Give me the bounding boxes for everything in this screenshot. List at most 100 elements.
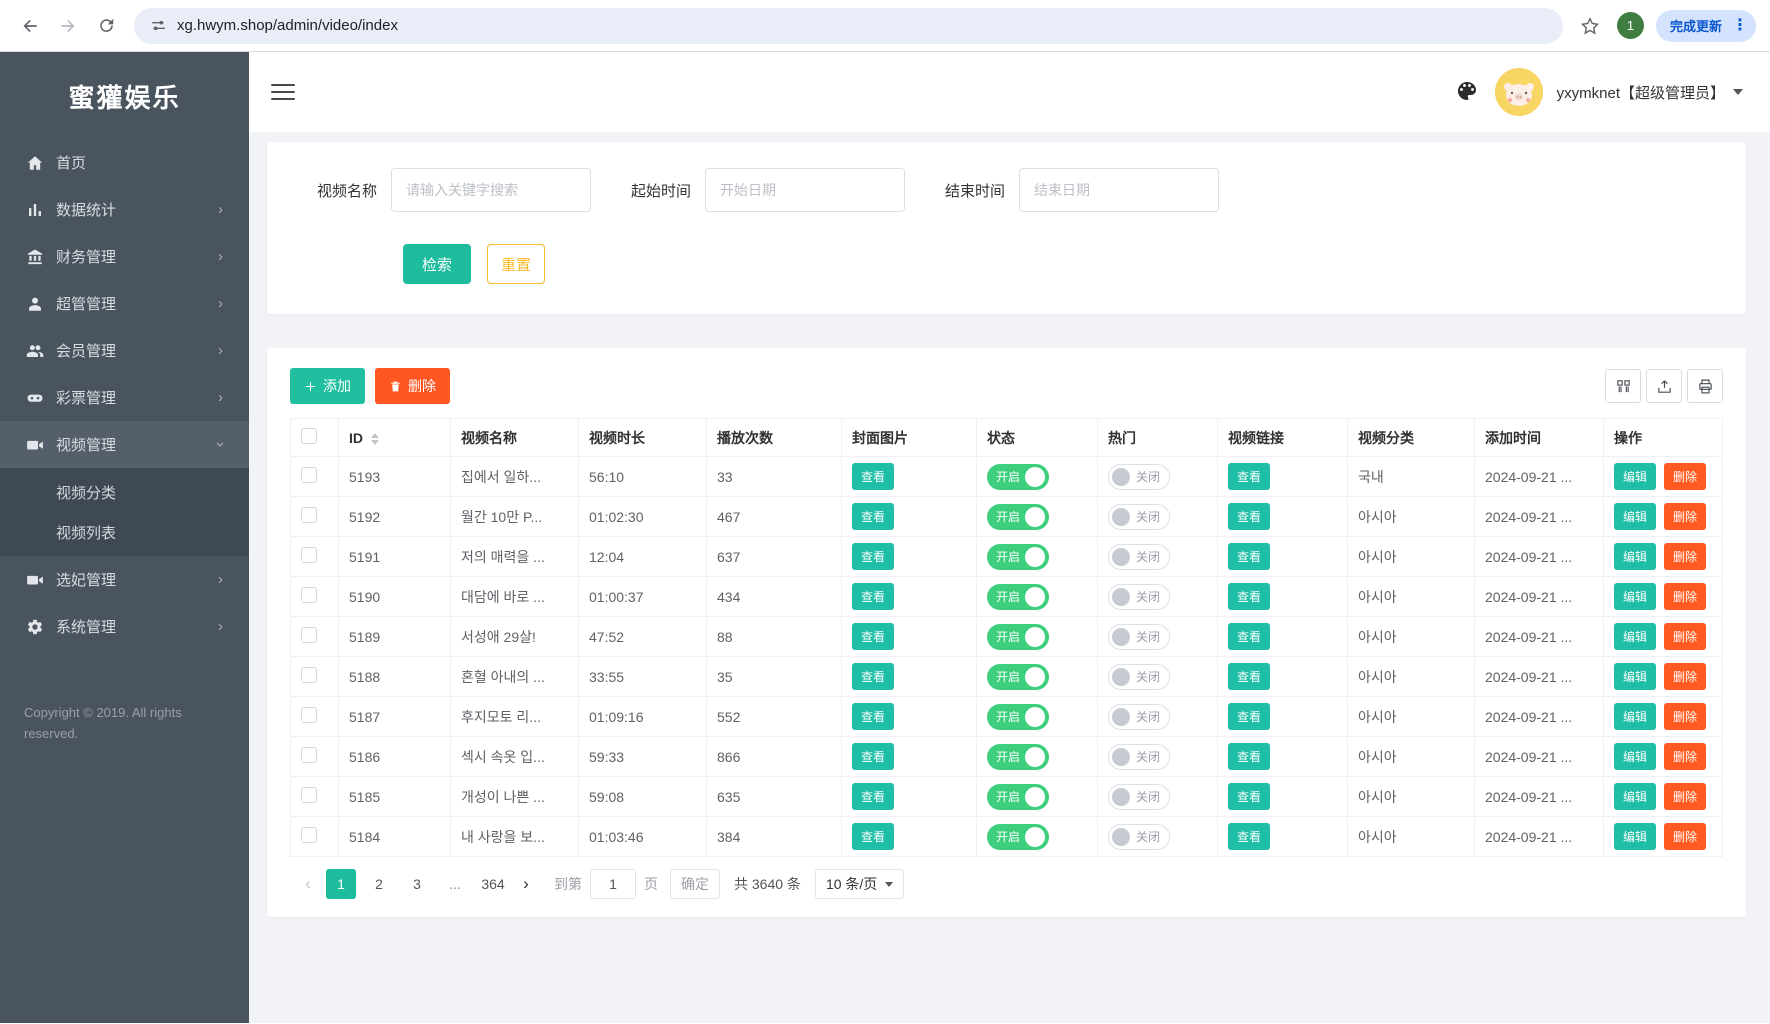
- status-toggle[interactable]: 开启: [987, 784, 1049, 810]
- row-checkbox[interactable]: [301, 507, 317, 523]
- site-settings-icon[interactable]: [150, 17, 167, 34]
- status-toggle[interactable]: 开启: [987, 544, 1049, 570]
- hot-toggle[interactable]: 关闭: [1108, 784, 1170, 810]
- sidebar-item-5[interactable]: 彩票管理›: [0, 374, 249, 421]
- edit-button[interactable]: 编辑: [1614, 463, 1656, 490]
- browser-reload-icon[interactable]: [90, 10, 122, 42]
- row-checkbox[interactable]: [301, 707, 317, 723]
- view-cover-button[interactable]: 查看: [852, 503, 894, 530]
- view-cover-button[interactable]: 查看: [852, 583, 894, 610]
- view-cover-button[interactable]: 查看: [852, 823, 894, 850]
- status-toggle[interactable]: 开启: [987, 504, 1049, 530]
- reset-button[interactable]: 重置: [487, 244, 545, 284]
- delete-button[interactable]: 删除: [1664, 463, 1706, 490]
- address-bar[interactable]: xg.hwym.shop/admin/video/index: [134, 8, 1563, 44]
- status-toggle[interactable]: 开启: [987, 744, 1049, 770]
- sidebar-subitem-0[interactable]: 视频分类: [0, 472, 249, 512]
- view-cover-button[interactable]: 查看: [852, 663, 894, 690]
- view-cover-button[interactable]: 查看: [852, 743, 894, 770]
- hot-toggle[interactable]: 关闭: [1108, 744, 1170, 770]
- row-checkbox[interactable]: [301, 827, 317, 843]
- status-toggle[interactable]: 开启: [987, 664, 1049, 690]
- row-checkbox[interactable]: [301, 747, 317, 763]
- delete-button[interactable]: 删除: [1664, 543, 1706, 570]
- browser-profile-avatar[interactable]: 1: [1617, 12, 1644, 39]
- hot-toggle[interactable]: 关闭: [1108, 664, 1170, 690]
- hot-toggle[interactable]: 关闭: [1108, 464, 1170, 490]
- view-link-button[interactable]: 查看: [1228, 783, 1270, 810]
- sidebar-item-6[interactable]: 视频管理›: [0, 421, 249, 468]
- bulk-delete-button[interactable]: 删除: [375, 368, 450, 404]
- edit-button[interactable]: 编辑: [1614, 543, 1656, 570]
- view-link-button[interactable]: 查看: [1228, 463, 1270, 490]
- page-button-364[interactable]: 364: [478, 869, 508, 899]
- view-link-button[interactable]: 查看: [1228, 703, 1270, 730]
- url-text[interactable]: xg.hwym.shop/admin/video/index: [177, 17, 398, 34]
- edit-button[interactable]: 编辑: [1614, 783, 1656, 810]
- browser-forward-icon[interactable]: [52, 10, 84, 42]
- row-checkbox[interactable]: [301, 627, 317, 643]
- sidebar-item-4[interactable]: 会员管理›: [0, 327, 249, 374]
- add-button[interactable]: 添加: [290, 368, 365, 404]
- start-date-input[interactable]: [705, 168, 905, 212]
- edit-button[interactable]: 编辑: [1614, 743, 1656, 770]
- export-button[interactable]: [1646, 369, 1682, 403]
- hot-toggle[interactable]: 关闭: [1108, 624, 1170, 650]
- user-menu[interactable]: yxymknet【超级管理员】: [1557, 82, 1743, 103]
- sidebar-item-2[interactable]: 财务管理›: [0, 233, 249, 280]
- view-cover-button[interactable]: 查看: [852, 543, 894, 570]
- browser-menu-icon[interactable]: ⋮: [1730, 18, 1750, 34]
- sidebar-item-0[interactable]: 首页: [0, 139, 249, 186]
- edit-button[interactable]: 编辑: [1614, 583, 1656, 610]
- status-toggle[interactable]: 开启: [987, 464, 1049, 490]
- view-link-button[interactable]: 查看: [1228, 823, 1270, 850]
- delete-button[interactable]: 删除: [1664, 583, 1706, 610]
- page-button-1[interactable]: 1: [326, 869, 356, 899]
- delete-button[interactable]: 删除: [1664, 663, 1706, 690]
- sidebar-item-3[interactable]: 超管管理›: [0, 280, 249, 327]
- row-checkbox[interactable]: [301, 547, 317, 563]
- view-link-button[interactable]: 查看: [1228, 503, 1270, 530]
- sort-icon[interactable]: [371, 433, 379, 445]
- view-cover-button[interactable]: 查看: [852, 703, 894, 730]
- view-link-button[interactable]: 查看: [1228, 663, 1270, 690]
- sidebar-subitem-1[interactable]: 视频列表: [0, 512, 249, 552]
- sidebar-item-7[interactable]: 选妃管理›: [0, 556, 249, 603]
- sidebar-item-1[interactable]: 数据统计›: [0, 186, 249, 233]
- hot-toggle[interactable]: 关闭: [1108, 544, 1170, 570]
- select-all-checkbox[interactable]: [301, 428, 317, 444]
- delete-button[interactable]: 删除: [1664, 783, 1706, 810]
- columns-filter-button[interactable]: [1605, 369, 1641, 403]
- theme-palette-icon[interactable]: [1455, 79, 1481, 105]
- sidebar-item-8[interactable]: 系统管理›: [0, 603, 249, 650]
- page-button-3[interactable]: 3: [402, 869, 432, 899]
- bookmark-star-icon[interactable]: [1575, 11, 1605, 41]
- hot-toggle[interactable]: 关闭: [1108, 504, 1170, 530]
- prev-page-icon[interactable]: ‹: [294, 869, 322, 899]
- status-toggle[interactable]: 开启: [987, 824, 1049, 850]
- print-button[interactable]: [1687, 369, 1723, 403]
- view-cover-button[interactable]: 查看: [852, 623, 894, 650]
- next-page-icon[interactable]: ›: [512, 869, 540, 899]
- page-button-2[interactable]: 2: [364, 869, 394, 899]
- status-toggle[interactable]: 开启: [987, 704, 1049, 730]
- delete-button[interactable]: 删除: [1664, 503, 1706, 530]
- row-checkbox[interactable]: [301, 587, 317, 603]
- edit-button[interactable]: 编辑: [1614, 663, 1656, 690]
- row-checkbox[interactable]: [301, 787, 317, 803]
- browser-back-icon[interactable]: [14, 10, 46, 42]
- user-avatar[interactable]: [1495, 68, 1543, 116]
- view-link-button[interactable]: 查看: [1228, 583, 1270, 610]
- status-toggle[interactable]: 开启: [987, 624, 1049, 650]
- per-page-select[interactable]: 10 条/页: [815, 869, 904, 899]
- view-link-button[interactable]: 查看: [1228, 623, 1270, 650]
- goto-confirm-button[interactable]: 确定: [670, 869, 720, 899]
- edit-button[interactable]: 编辑: [1614, 503, 1656, 530]
- delete-button[interactable]: 删除: [1664, 823, 1706, 850]
- goto-page-input[interactable]: [590, 869, 636, 899]
- edit-button[interactable]: 编辑: [1614, 623, 1656, 650]
- row-checkbox[interactable]: [301, 467, 317, 483]
- video-name-input[interactable]: [391, 168, 591, 212]
- delete-button[interactable]: 删除: [1664, 703, 1706, 730]
- view-cover-button[interactable]: 查看: [852, 463, 894, 490]
